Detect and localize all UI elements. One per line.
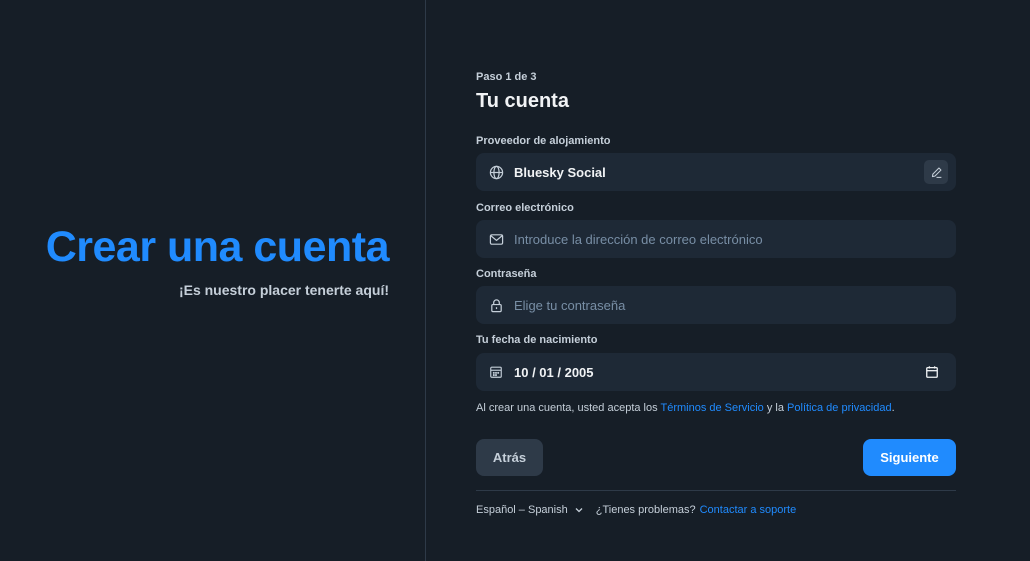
left-panel: Crear una cuenta ¡Es nuestro placer tene…: [0, 0, 425, 561]
terms-of-service-link[interactable]: Términos de Servicio: [660, 402, 763, 414]
birthdate-field[interactable]: 10 / 01 / 2005: [476, 353, 956, 391]
next-button[interactable]: Siguiente: [863, 439, 956, 476]
step-indicator: Paso 1 de 3: [476, 71, 537, 83]
terms-suffix: .: [891, 402, 895, 414]
privacy-policy-link[interactable]: Política de privacidad: [787, 402, 892, 414]
hero-subtitle: ¡Es nuestro placer tenerte aquí!: [178, 282, 389, 298]
chevron-down-icon: [574, 505, 584, 515]
lock-icon: [488, 297, 504, 313]
terms-middle: y la: [763, 402, 788, 414]
edit-provider-button[interactable]: [924, 160, 948, 184]
envelope-icon: [488, 231, 504, 247]
provider-label: Proveedor de alojamiento: [476, 135, 611, 147]
footer-divider: [476, 490, 956, 491]
password-label: Contraseña: [476, 268, 537, 280]
calendar-grid-icon: [488, 364, 504, 380]
globe-icon: [488, 164, 504, 180]
calendar-icon[interactable]: [924, 364, 940, 380]
terms-text: Al crear una cuenta, usted acepta los Té…: [476, 402, 895, 414]
hero-title: Crear una cuenta: [45, 223, 390, 271]
provider-value: Bluesky Social: [514, 164, 606, 180]
pencil-icon: [930, 166, 943, 179]
password-field[interactable]: Elige tu contraseña: [476, 286, 956, 324]
password-placeholder: Elige tu contraseña: [514, 297, 626, 313]
email-field[interactable]: Introduce la dirección de correo electró…: [476, 220, 956, 258]
terms-prefix: Al crear una cuenta, usted acepta los: [476, 402, 661, 414]
language-selector[interactable]: Español – Spanish: [476, 504, 596, 516]
help-text: ¿Tienes problemas?: [595, 504, 696, 516]
provider-field[interactable]: Bluesky Social: [476, 153, 956, 191]
footer: Español – Spanish ¿Tienes problemas? Con…: [476, 504, 796, 516]
email-placeholder: Introduce la dirección de correo electró…: [514, 231, 763, 247]
contact-support-link[interactable]: Contactar a soporte: [700, 504, 797, 516]
form-title: Tu cuenta: [476, 90, 569, 112]
birthdate-label: Tu fecha de nacimiento: [476, 334, 598, 346]
email-label: Correo electrónico: [476, 202, 574, 214]
birthdate-value: 10 / 01 / 2005: [514, 364, 594, 380]
back-button[interactable]: Atrás: [476, 439, 543, 476]
language-label: Español – Spanish: [476, 504, 568, 516]
right-panel: Paso 1 de 3 Tu cuenta Proveedor de aloja…: [426, 0, 1030, 561]
